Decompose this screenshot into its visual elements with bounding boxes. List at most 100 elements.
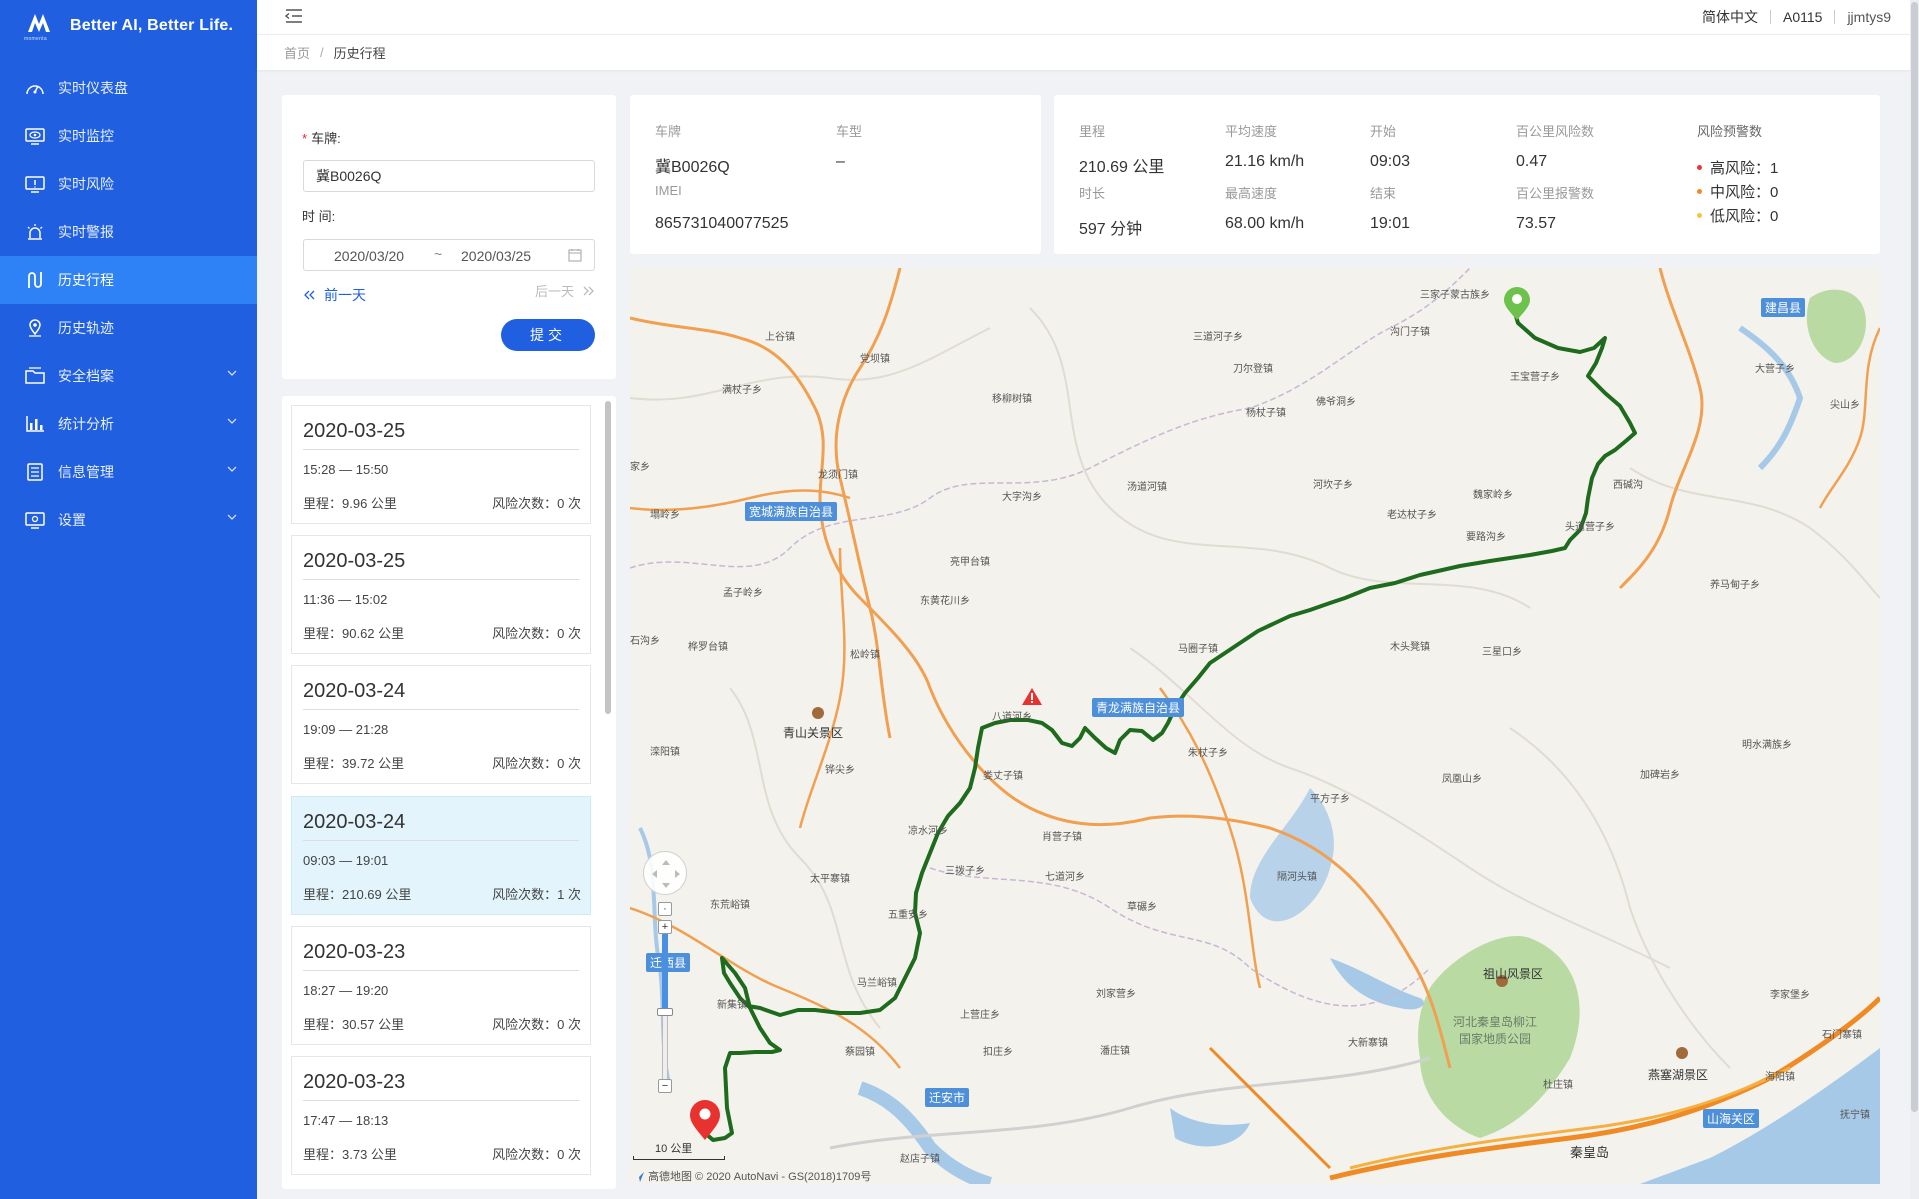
end-value: 19:01 [1370, 215, 1411, 232]
mileage-label: 里程 [1079, 124, 1106, 139]
map-label-village: 东黄花川乡 [920, 596, 970, 607]
trip-stats-panel: 里程 210.69 公里 时长 597 分钟 平均速度 21.16 km/h 最… [1054, 95, 1880, 254]
language-switch[interactable]: 简体中文 [1702, 7, 1758, 27]
trip-risk-count: 风险次数：0 次 [492, 1017, 581, 1032]
map-label-village: 尖山乡 [1830, 400, 1860, 411]
end-date[interactable]: 2020/03/25 [461, 248, 531, 264]
calendar-icon[interactable] [568, 248, 582, 265]
map-label-village: 龙须门镇 [818, 470, 858, 481]
sidebar-item-info-management[interactable]: 信息管理 [0, 448, 257, 496]
zoom-slider[interactable]: · + − [656, 902, 674, 1097]
start-date[interactable]: 2020/03/20 [334, 248, 404, 264]
map-label-village: 加碑岩乡 [1640, 770, 1680, 781]
map-label-village: 木头凳镇 [1390, 642, 1430, 653]
breadcrumb-home[interactable]: 首页 [284, 43, 310, 62]
vehicle-type-label: 车型 [836, 124, 863, 139]
map-label-village: 亮甲台镇 [950, 557, 990, 568]
trip-time: 17:47 — 18:13 [303, 1113, 389, 1128]
trip-card[interactable]: 2020-03-24 19:09 — 21:28 里程：39.72 公里 风险次… [291, 665, 591, 784]
trip-card-selected[interactable]: 2020-03-24 09:03 — 19:01 里程：210.69 公里 风险… [291, 796, 591, 915]
trip-date: 2020-03-23 [303, 941, 406, 963]
page-scrollbar[interactable] [1910, 0, 1919, 1199]
sidebar-item-dashboard[interactable]: 实时仪表盘 [0, 64, 257, 112]
route-icon [24, 270, 46, 290]
sidebar-item-label: 实时警报 [58, 224, 114, 240]
sidebar-item-settings[interactable]: 设置 [0, 496, 257, 544]
zoom-thumb[interactable] [657, 1008, 673, 1016]
sidebar-item-statistics[interactable]: 统计分析 [0, 400, 257, 448]
sidebar-item-alarm[interactable]: 实时警报 [0, 208, 257, 256]
max-speed-value: 68.00 km/h [1225, 215, 1305, 232]
sidebar-item-history-trip[interactable]: 历史行程 [0, 256, 257, 304]
high-risk-count: 高风险：1 [1710, 160, 1779, 177]
pan-arrows-icon [652, 860, 680, 888]
trip-distance: 里程：210.69 公里 [303, 887, 412, 902]
risk-screen-icon [24, 174, 46, 194]
trip-card[interactable]: 2020-03-25 11:36 — 15:02 里程：90.62 公里 风险次… [291, 535, 591, 654]
mid-risk-count: 中风险：0 [1710, 184, 1779, 201]
map-label-geopark: 河北秦皇岛柳江国家地质公园 [1452, 1015, 1537, 1046]
map-label-village: 大营子乡 [1755, 364, 1795, 375]
scale-label: 10 公里 [655, 1143, 693, 1155]
zoom-out-button[interactable]: − [658, 1079, 672, 1093]
max-speed-label: 最高速度 [1225, 186, 1278, 201]
map-label-village: 佛爷洞乡 [1316, 397, 1356, 408]
date-range-picker[interactable]: 2020/03/20 ~ 2020/03/25 [303, 239, 595, 271]
momenta-logo: momenta [24, 12, 56, 42]
trip-card[interactable]: 2020-03-25 15:28 — 15:50 里程：9.96 公里 风险次数… [291, 405, 591, 524]
submit-button[interactable]: 提交 [501, 319, 595, 351]
page-scrollbar-thumb[interactable] [1911, 2, 1918, 1112]
map-label-village: 肖营子镇 [1042, 832, 1082, 843]
scenic-icon [812, 707, 824, 719]
river-north [1738, 325, 1804, 471]
map-label-kuancheng: 宽城满族自治县 [745, 502, 838, 521]
username-menu[interactable]: jjmtys9 [1847, 9, 1891, 25]
plate-label: * 车牌: [302, 128, 341, 147]
sidebar-item-label: 设置 [58, 512, 86, 528]
trip-risk-count: 风险次数：0 次 [492, 756, 581, 771]
menu-fold-icon[interactable] [284, 7, 306, 27]
top-header: 简体中文 A0115 jjmtys9 [257, 0, 1919, 34]
border-line [630, 268, 1471, 569]
map-copyright: 高德地图 © 2020 AutoNavi - GS(2018)1709号 [633, 1168, 871, 1184]
scale-bar-line [633, 1156, 725, 1160]
map-label-village: 八道河乡 [992, 712, 1032, 723]
chevron-down-icon [227, 418, 237, 424]
prev-day-button[interactable]: 前一天 [304, 285, 366, 305]
map-label-village: 上谷镇 [765, 332, 795, 343]
trip-card[interactable]: 2020-03-23 17:47 — 18:13 里程：3.73 公里 风险次数… [291, 1056, 591, 1175]
vehicle-type-value: – [836, 153, 845, 170]
map-label-village: 三道河子乡 [1193, 332, 1243, 343]
trip-map[interactable]: 青龙满族自治县 宽城满族自治县 迁安市 迁西县 建昌县 山海关区 秦皇岛 祖山风… [630, 268, 1880, 1184]
plate-input[interactable] [303, 160, 595, 192]
map-label-zushan: 祖山风景区 [1483, 967, 1544, 981]
sidebar-item-monitor[interactable]: 实时监控 [0, 112, 257, 160]
zoom-in-button[interactable]: + [658, 920, 672, 934]
zoom-reset-button[interactable]: · [658, 902, 672, 916]
map-pan-control[interactable] [643, 851, 687, 895]
map-label-village: 娄丈子镇 [983, 771, 1023, 782]
provincial-road [630, 316, 1452, 1069]
divider [303, 579, 579, 580]
trip-list-scrollbar[interactable] [605, 401, 611, 714]
location-pin-icon [24, 318, 46, 338]
map-label-village: 隔河头镇 [1277, 872, 1317, 883]
sidebar-item-history-track[interactable]: 历史轨迹 [0, 304, 257, 352]
sidebar-item-risk[interactable]: 实时风险 [0, 160, 257, 208]
map-label-village: 刀尔登镇 [1233, 364, 1273, 375]
map-label-village: 朱杖子乡 [1188, 748, 1228, 759]
alarm-light-icon [24, 222, 46, 242]
map-label-village: 抚宁镇 [1840, 1110, 1870, 1121]
next-day-button[interactable]: 后一天 [535, 281, 594, 300]
trip-distance: 里程：3.73 公里 [303, 1147, 397, 1162]
trip-card[interactable]: 2020-03-23 18:27 — 19:20 里程：30.57 公里 风险次… [291, 926, 591, 1045]
sidebar-item-label: 实时仪表盘 [58, 80, 128, 96]
plate-label: 车牌 [655, 124, 682, 139]
trip-risk-count: 风险次数：1 次 [492, 887, 581, 902]
sidebar-item-label: 统计分析 [58, 416, 114, 432]
map-label-village: 马圈子镇 [1178, 644, 1218, 655]
lake [1330, 958, 1424, 1010]
sidebar-item-safety-archive[interactable]: 安全档案 [0, 352, 257, 400]
map-label-village: 老达杖子乡 [1387, 510, 1437, 521]
mileage-value: 210.69 公里 [1079, 159, 1165, 176]
